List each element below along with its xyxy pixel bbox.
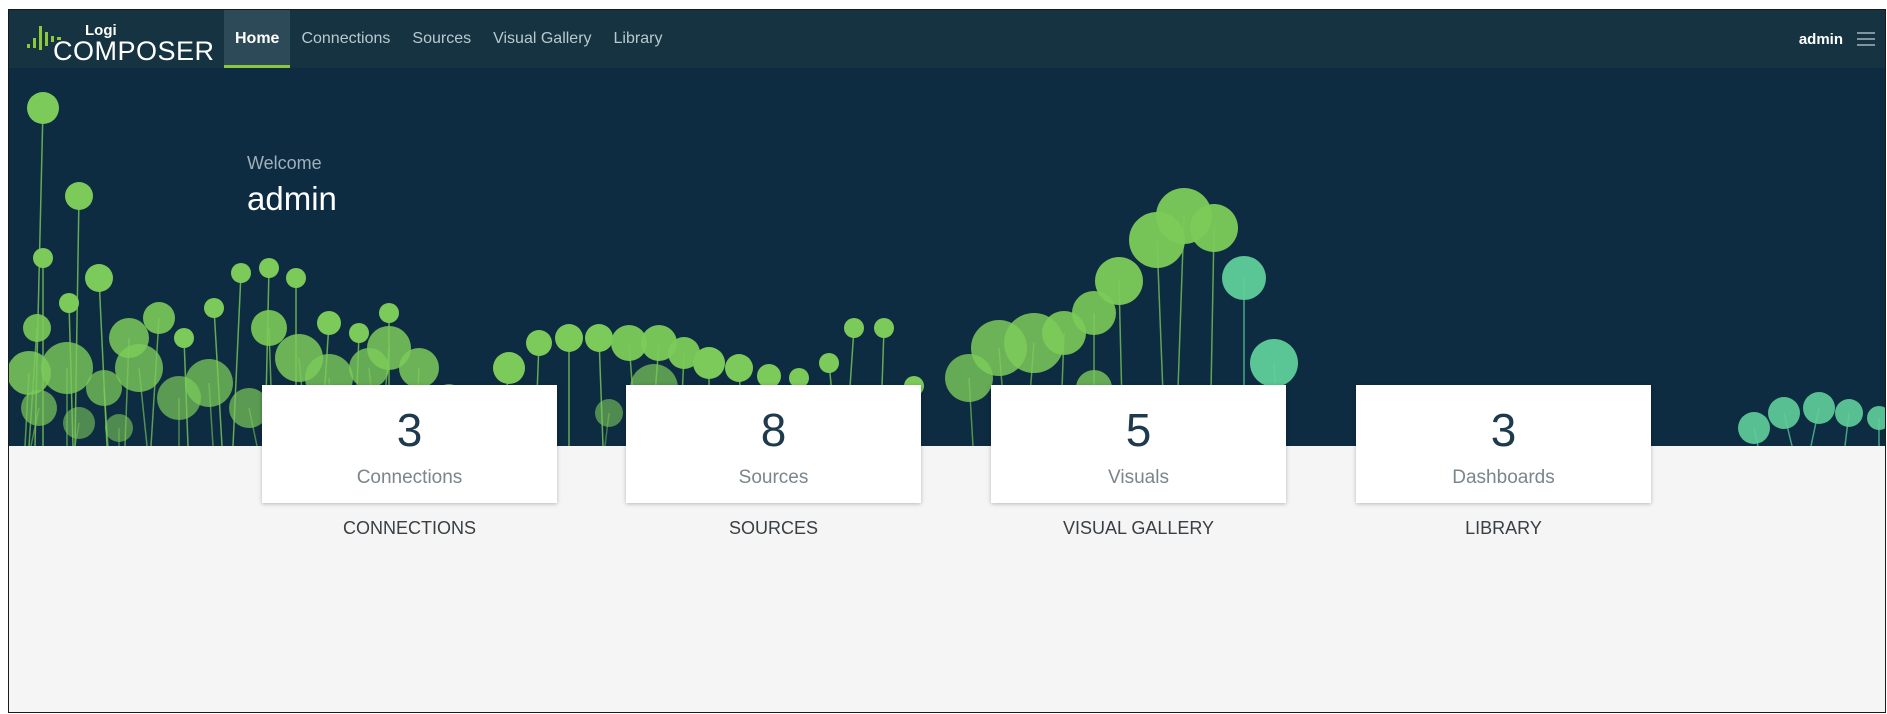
welcome-label: Welcome bbox=[247, 153, 322, 173]
bubble bbox=[595, 399, 623, 427]
logi-composer-logo[interactable]: Logi COMPOSER bbox=[27, 14, 215, 66]
bubble bbox=[23, 314, 51, 342]
top-navigation-bar: Logi COMPOSER Home Connections Sources V… bbox=[9, 10, 1885, 68]
bubble bbox=[349, 323, 369, 343]
sources-link[interactable]: SOURCES bbox=[626, 518, 921, 539]
main-nav: Home Connections Sources Visual Gallery … bbox=[224, 10, 673, 68]
bubble bbox=[33, 248, 53, 268]
bubble bbox=[399, 348, 439, 388]
bubble bbox=[109, 318, 149, 358]
connections-card-label: Connections bbox=[356, 467, 463, 488]
bubble bbox=[819, 353, 839, 373]
bubble bbox=[317, 311, 341, 335]
visual-gallery-link[interactable]: VISUAL GALLERY bbox=[991, 518, 1286, 539]
sources-card-label: Sources bbox=[738, 467, 809, 488]
bubble bbox=[844, 318, 864, 338]
bubble bbox=[63, 407, 95, 439]
bubble bbox=[105, 414, 133, 442]
sources-card[interactable]: 8 Sources bbox=[626, 385, 921, 503]
sources-count: 8 bbox=[760, 404, 787, 456]
bubble bbox=[1738, 412, 1770, 444]
bubble bbox=[251, 310, 287, 346]
visuals-card-label: Visuals bbox=[1108, 467, 1169, 488]
bubble bbox=[693, 347, 725, 379]
nav-home[interactable]: Home bbox=[224, 10, 291, 68]
nav-library[interactable]: Library bbox=[603, 10, 674, 68]
app-window: Logi COMPOSER Home Connections Sources V… bbox=[8, 9, 1886, 713]
nav-sources[interactable]: Sources bbox=[401, 10, 482, 68]
bubble bbox=[174, 328, 194, 348]
bubble bbox=[1095, 257, 1143, 305]
bubble bbox=[65, 182, 93, 210]
visuals-count: 5 bbox=[1125, 404, 1152, 456]
welcome-user-name: admin bbox=[247, 180, 337, 217]
bubble bbox=[85, 264, 113, 292]
bubble bbox=[204, 298, 224, 318]
bubble bbox=[231, 263, 251, 283]
bubble bbox=[1222, 256, 1266, 300]
dashboards-count: 3 bbox=[1490, 404, 1517, 456]
user-menu-name[interactable]: admin bbox=[1799, 31, 1843, 48]
bubble bbox=[874, 318, 894, 338]
dashboards-card-label: Dashboards bbox=[1452, 467, 1555, 488]
bubble bbox=[379, 303, 399, 323]
bubble-stem bbox=[598, 337, 604, 446]
bubble bbox=[555, 324, 583, 352]
bubble bbox=[1803, 392, 1835, 424]
connections-card[interactable]: 3 Connections bbox=[262, 385, 557, 503]
connections-link[interactable]: CONNECTIONS bbox=[262, 518, 557, 539]
bubble bbox=[1835, 399, 1863, 427]
bubble bbox=[41, 342, 93, 394]
bubble bbox=[526, 330, 552, 356]
bubble bbox=[185, 359, 233, 407]
bubble bbox=[493, 352, 525, 384]
dashboards-card[interactable]: 3 Dashboards bbox=[1356, 385, 1651, 503]
logo-main-text: COMPOSER bbox=[53, 36, 215, 66]
bubble bbox=[1768, 397, 1800, 429]
bubble bbox=[286, 268, 306, 288]
bubble bbox=[1867, 406, 1885, 430]
bubble bbox=[59, 293, 79, 313]
nav-visual-gallery[interactable]: Visual Gallery bbox=[482, 10, 602, 68]
bubble bbox=[1250, 339, 1298, 387]
bubble bbox=[585, 324, 613, 352]
nav-connections[interactable]: Connections bbox=[290, 10, 401, 68]
bubble bbox=[259, 258, 279, 278]
connections-count: 3 bbox=[396, 404, 423, 456]
user-area: admin bbox=[1799, 10, 1875, 68]
bubble bbox=[21, 390, 57, 426]
bubble bbox=[27, 92, 59, 124]
library-link[interactable]: LIBRARY bbox=[1356, 518, 1651, 539]
visuals-card[interactable]: 5 Visuals bbox=[991, 385, 1286, 503]
bubble bbox=[1190, 204, 1238, 252]
hamburger-menu-icon[interactable] bbox=[1857, 32, 1875, 46]
bubble bbox=[143, 302, 175, 334]
bubble bbox=[725, 354, 753, 382]
